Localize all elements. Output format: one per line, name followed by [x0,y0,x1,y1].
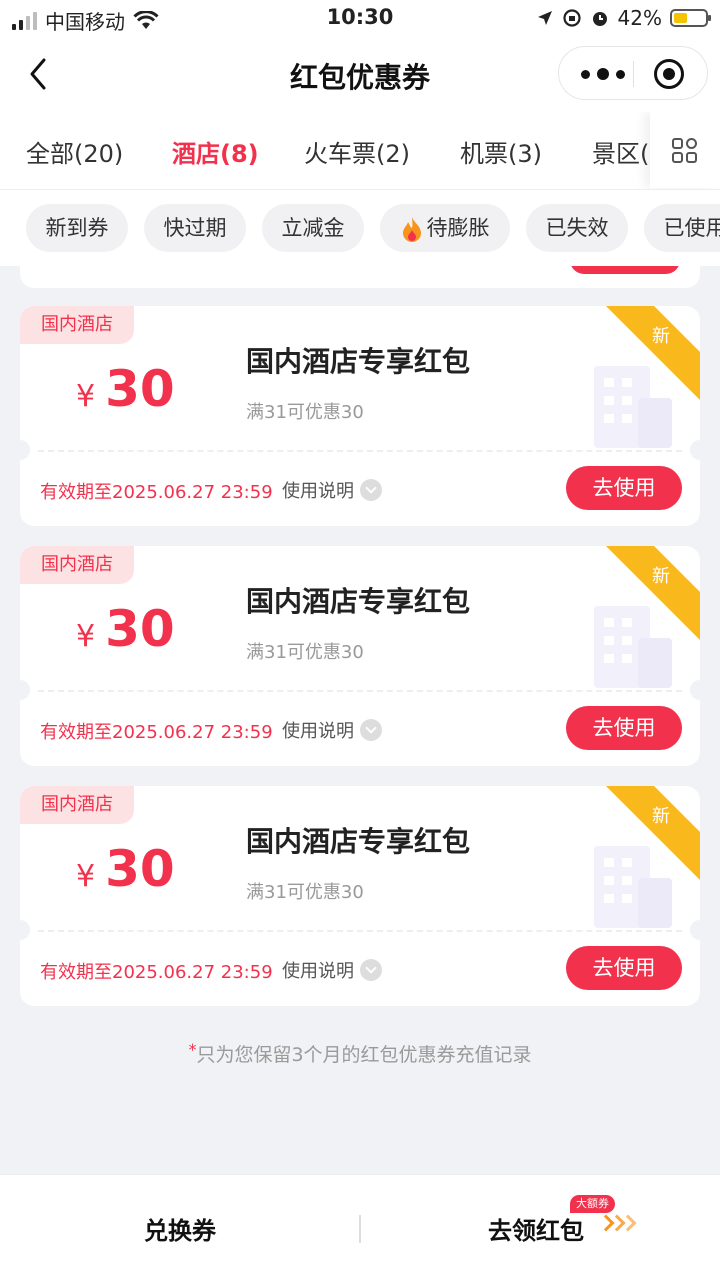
location-icon [537,11,552,25]
filter-instant-discount[interactable]: 立减金 [262,204,364,252]
expiry-date: 有效期至2025.06.27 23:59 [40,482,273,503]
expiry-date: 有效期至2025.06.27 23:59 [40,962,273,983]
filter-to-expand-label: 待膨胀 [426,216,490,240]
battery-icon [670,9,711,27]
use-coupon-button[interactable]: 去使用 [566,946,682,990]
coupon-card: 国内酒店 ¥ 30 国内酒店专享红包 满31可优惠30 新 有效期至2025.0… [20,306,700,526]
bottom-bar: 兑换券 去领红包 大额券 [0,1174,720,1280]
usage-rules-label: 使用说明 [282,961,354,982]
coupon-title: 国内酒店专享红包 [246,585,471,618]
grid-icon [672,138,698,164]
coupon-tag: 国内酒店 [20,546,134,584]
coupon-condition: 满31可优惠30 [246,882,364,903]
hotel-building-icon [594,366,672,448]
coupon-card: 国内酒店 ¥ 30 国内酒店专享红包 满31可优惠30 新 有效期至2025.0… [20,786,700,1006]
amount-value: 30 [105,600,175,658]
amount-value: 30 [105,840,175,898]
filter-used[interactable]: 已使用 [644,204,720,252]
all-categories-button[interactable] [650,112,720,188]
tab-train[interactable]: 火车票(2) [304,134,410,169]
flame-icon [402,217,421,242]
expiry-date: 有效期至2025.06.27 23:59 [40,722,273,743]
big-coupon-badge: 大额券 [570,1195,615,1213]
filter-to-expand[interactable]: 待膨胀 [380,204,510,252]
currency-symbol: ¥ [76,379,96,414]
retention-note: *只为您保留3个月的红包优惠券充值记录 [188,1040,532,1066]
use-coupon-button[interactable]: 去使用 [566,706,682,750]
filter-expired[interactable]: 已失效 [526,204,628,252]
tab-all[interactable]: 全部(20) [26,134,123,169]
hotel-building-icon [594,606,672,688]
use-coupon-button[interactable]: 去使用 [566,466,682,510]
mini-program-capsule [558,46,708,100]
coupon-amount: ¥ 30 [76,840,175,898]
triple-chevron-right-icon [597,1214,637,1232]
filter-chips: 新到券 快过期 立减金 待膨胀 已失效 已使用 [0,190,720,266]
rotation-lock-icon [562,9,581,27]
usage-rules-link[interactable]: 使用说明 [282,477,382,503]
coupon-condition: 满31可优惠30 [246,642,364,663]
currency-symbol: ¥ [76,619,96,654]
retention-note-text: 只为您保留3个月的红包优惠券充值记录 [196,1044,532,1066]
status-bar: 中国移动 10:30 42% [0,0,720,36]
category-tabs: 全部(20) 酒店(8) 火车票(2) 机票(3) 景区(2 [0,112,720,190]
chevron-down-icon [360,719,382,741]
currency-symbol: ¥ [76,859,96,894]
usage-rules-label: 使用说明 [282,721,354,742]
filter-expiring[interactable]: 快过期 [144,204,246,252]
exchange-coupon-button[interactable]: 兑换券 [0,1211,360,1246]
coupon-tag: 国内酒店 [20,306,134,344]
chevron-down-icon [360,479,382,501]
coupon-card: 国内酒店 ¥ 30 国内酒店专享红包 满31可优惠30 新 有效期至2025.0… [20,546,700,766]
nav-bar: 红包优惠券 [0,36,720,112]
coupon-title: 国内酒店专享红包 [246,345,471,378]
battery-percent: 42% [617,6,662,30]
usage-rules-link[interactable]: 使用说明 [282,717,382,743]
tab-hotel[interactable]: 酒店(8) [172,134,259,169]
coupon-tag: 国内酒店 [20,786,134,824]
alarm-icon [592,12,607,26]
previous-coupon-card [20,266,700,288]
usage-rules-label: 使用说明 [282,481,354,502]
usage-rules-link[interactable]: 使用说明 [282,957,382,983]
filter-new[interactable]: 新到券 [26,204,128,252]
coupon-list: 国内酒店 ¥ 30 国内酒店专享红包 满31可优惠30 新 有效期至2025.0… [0,266,720,1174]
coupon-title: 国内酒店专享红包 [246,825,471,858]
hotel-building-icon [594,846,672,928]
chevron-down-icon [360,959,382,981]
coupon-amount: ¥ 30 [76,600,175,658]
coupon-condition: 满31可优惠30 [246,402,364,423]
close-mini-program-icon[interactable] [654,59,684,89]
more-icon[interactable] [581,63,625,85]
amount-value: 30 [105,360,175,418]
coupon-amount: ¥ 30 [76,360,175,418]
tab-flight[interactable]: 机票(3) [460,134,542,169]
get-red-packet-button[interactable]: 去领红包 [488,1211,584,1246]
previous-use-button[interactable] [570,266,680,274]
